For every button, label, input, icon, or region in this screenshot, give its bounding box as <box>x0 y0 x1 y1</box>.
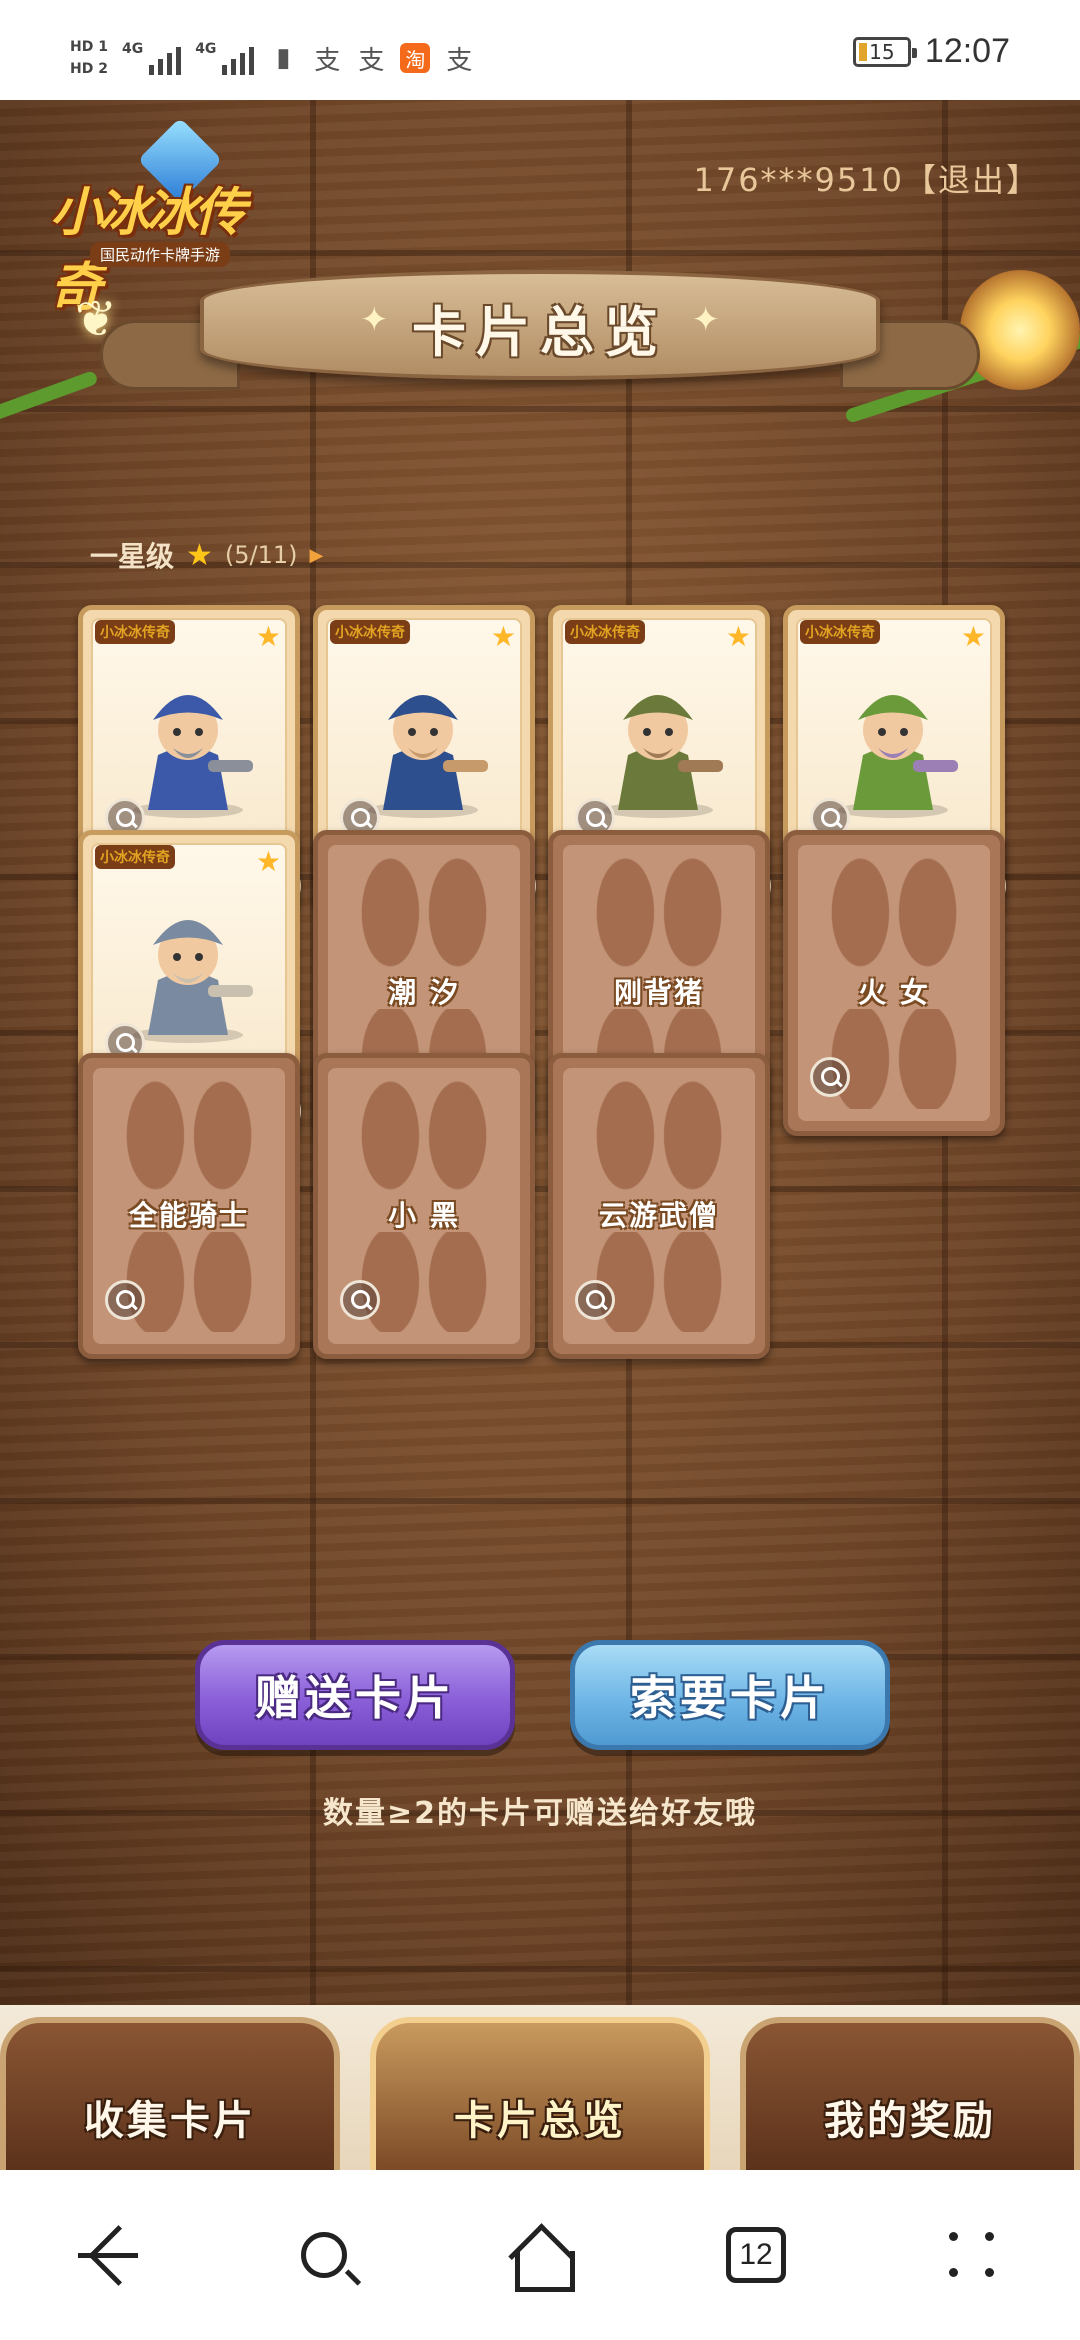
card-item[interactable]: 火 女 <box>783 830 1005 1136</box>
hero-portrait <box>603 695 723 818</box>
alipay-icon: 支 <box>314 45 341 76</box>
card-name: 全能骑士 <box>128 1199 249 1232</box>
sparkle-icon: ✦ <box>691 300 721 340</box>
level-name: 一星级 <box>90 540 175 573</box>
tabs-nav-button[interactable]: 12 <box>648 2170 864 2340</box>
hero-portrait <box>368 695 488 818</box>
card-item[interactable]: 全能骑士 <box>78 1053 300 1359</box>
sim-indicator: HD 1 HD 2 <box>70 36 108 80</box>
tab-label: 收集卡片 <box>84 2098 256 2144</box>
network-type-2: 4G <box>195 41 217 57</box>
card-logo: 小冰冰传奇 <box>95 845 175 869</box>
star-icon: ★ <box>490 620 516 653</box>
card-logo: 小冰冰传奇 <box>565 620 645 644</box>
signal-icon-2: 4G <box>195 41 255 75</box>
magnifier-icon[interactable] <box>340 1280 380 1320</box>
card-name: 刚背猪 <box>613 976 704 1009</box>
card-logo: 小冰冰传奇 <box>330 620 410 644</box>
title-banner: ✦ 卡片总览 ✦ <box>100 260 980 390</box>
level-count: (5/11) <box>224 541 298 569</box>
star-icon: ★ <box>725 620 751 653</box>
signal-icon: 4G <box>121 41 182 75</box>
sim-card-icon: ▮ <box>276 43 291 73</box>
tab-my-rewards[interactable]: 我的奖励 <box>740 2017 1080 2177</box>
star-icon: ★ <box>255 845 281 878</box>
lamp-decoration <box>960 270 1080 390</box>
status-bar: HD 1 HD 2 4G 4G ▮ 支 支 淘 支 15 12:07 <box>0 0 1080 100</box>
game-tab-bar: 收集卡片 卡片总览 我的奖励 <box>0 2005 1080 2177</box>
page-title: 卡片总览 <box>412 301 668 364</box>
home-nav-button[interactable] <box>432 2170 648 2340</box>
hero-portrait <box>838 695 958 818</box>
hero-portrait <box>133 920 253 1043</box>
magnifier-icon[interactable] <box>810 1057 850 1097</box>
card-logo: 小冰冰传奇 <box>800 620 880 644</box>
tabs-icon: 12 <box>726 2227 786 2283</box>
menu-nav-button[interactable] <box>864 2170 1080 2340</box>
account-logout-link[interactable]: 176***9510【退出】 <box>693 155 1040 201</box>
tab-label: 卡片总览 <box>454 2098 626 2144</box>
game-screen: 小冰冰传奇 国民动作卡牌手游 176***9510【退出】 ❦ ❦ ✦ 卡片总览… <box>0 100 1080 2005</box>
clock: 12:07 <box>924 32 1010 70</box>
card-name: 火 女 <box>858 976 930 1009</box>
star-icon: ★ <box>255 620 281 653</box>
card-name: 潮 汐 <box>388 976 460 1009</box>
alipay-icon: 支 <box>358 45 385 76</box>
battery-level: 15 <box>869 39 895 64</box>
give-hint-text: 数量≥2的卡片可赠送给好友哦 <box>322 1796 757 1831</box>
card-item[interactable]: 小 黑 <box>313 1053 535 1359</box>
alipay-icon: 支 <box>446 45 473 76</box>
vine-decoration <box>0 369 99 425</box>
taobao-icon: 淘 <box>400 43 431 73</box>
star-icon: ★ <box>960 620 986 653</box>
battery-icon: 15 <box>852 36 917 67</box>
card-name: 小 黑 <box>388 1199 460 1232</box>
magnifier-icon[interactable] <box>575 1280 615 1320</box>
sim1-label: HD 1 <box>70 39 108 55</box>
network-type-1: 4G <box>121 41 144 57</box>
game-logo: 小冰冰传奇 国民动作卡牌手游 <box>40 117 280 318</box>
star-icon: ★ <box>186 537 213 573</box>
request-card-button[interactable]: 索要卡片 <box>570 1640 890 1750</box>
sim2-label: HD 2 <box>70 61 108 77</box>
hero-portrait <box>133 695 253 818</box>
caret-right-icon: ▶ <box>309 544 324 566</box>
card-item[interactable]: 云游武僧 <box>548 1053 770 1359</box>
search-nav-button[interactable] <box>216 2170 432 2340</box>
menu-dots-icon <box>949 2232 995 2278</box>
star-level-filter[interactable]: 一星级 ★ (5/11) ▶ <box>90 535 323 575</box>
card-logo: 小冰冰传奇 <box>95 620 175 644</box>
give-card-button[interactable]: 赠送卡片 <box>195 1640 515 1750</box>
magnifier-icon[interactable] <box>105 1280 145 1320</box>
card-name: 云游武僧 <box>598 1199 719 1232</box>
search-icon <box>301 2232 347 2278</box>
system-nav-bar: 12 <box>0 2170 1080 2340</box>
tab-collect-cards[interactable]: 收集卡片 <box>0 2017 340 2177</box>
home-icon <box>511 2229 575 2292</box>
tab-card-overview[interactable]: 卡片总览 <box>370 2017 710 2177</box>
back-icon[interactable] <box>0 2170 216 2340</box>
tab-label: 我的奖励 <box>824 2098 996 2144</box>
